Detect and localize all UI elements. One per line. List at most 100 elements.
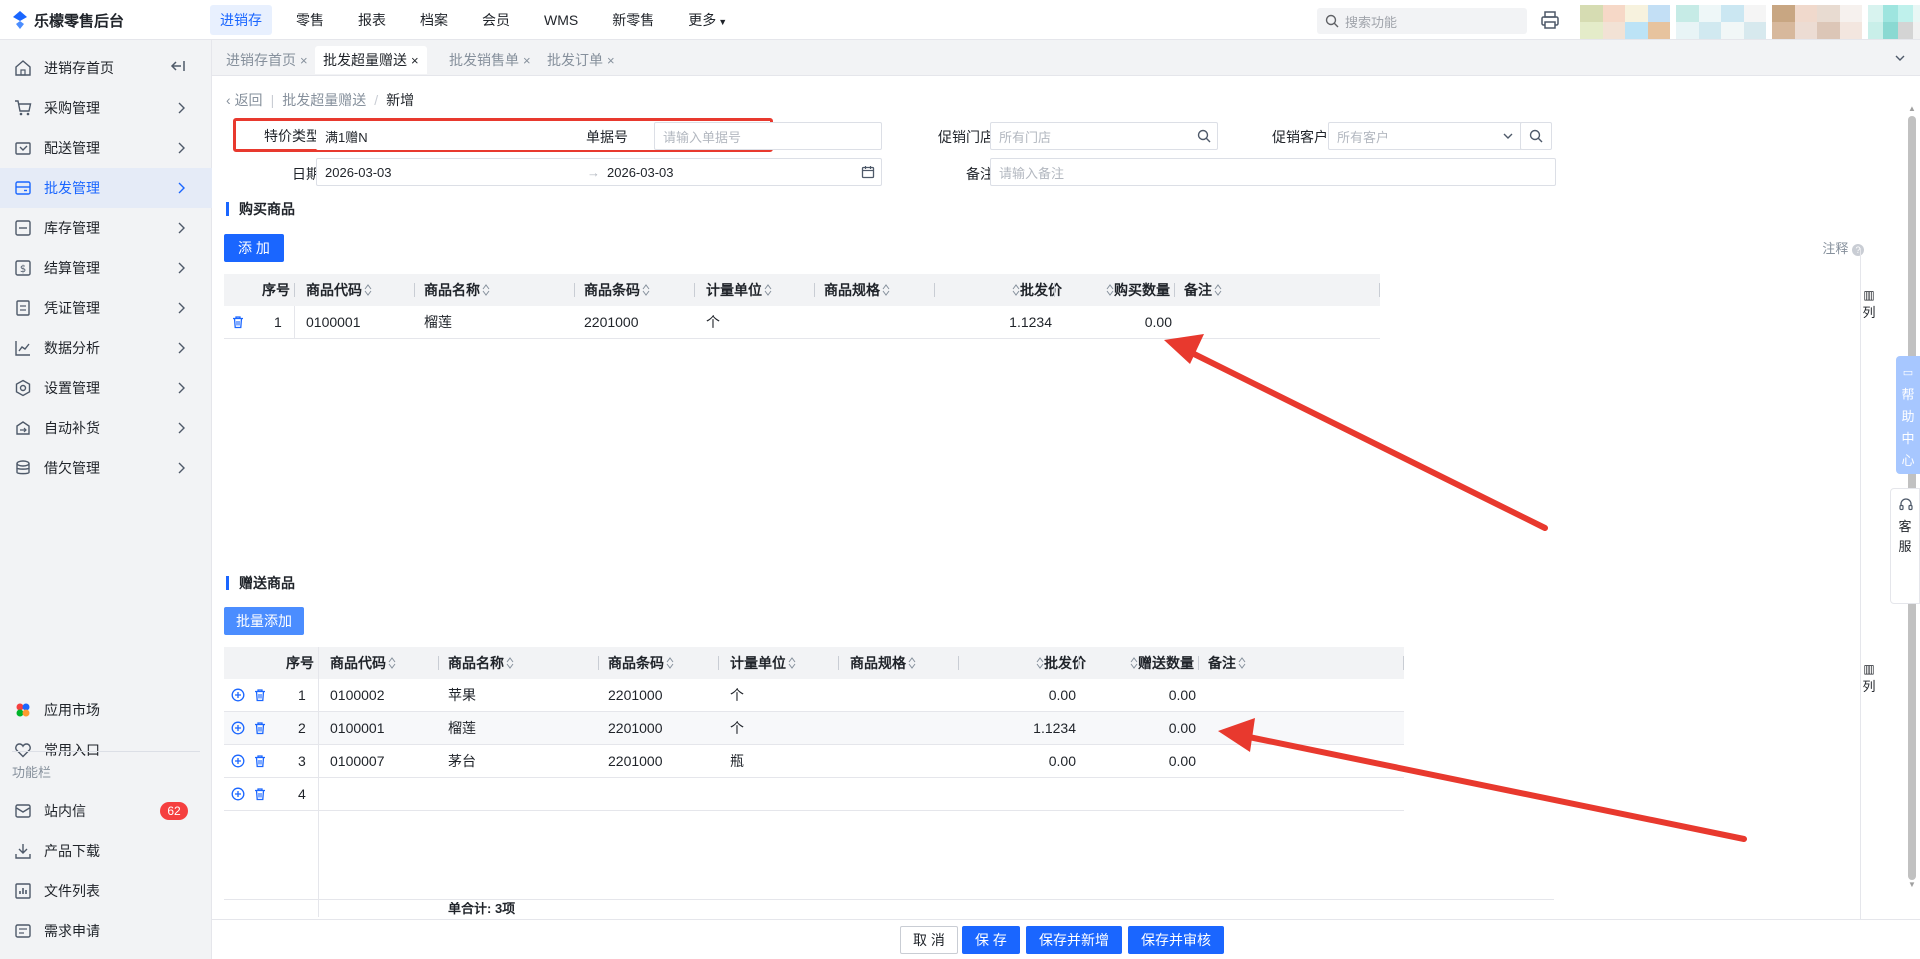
store-select[interactable]: 所有门店 [990, 122, 1218, 150]
tab-wholesale-order[interactable]: 批发订单 × [539, 46, 623, 74]
close-icon[interactable]: × [300, 53, 308, 68]
sidebar-item-downloads[interactable]: 产品下载 [0, 831, 212, 871]
customer-select[interactable]: 所有客户 [1328, 122, 1522, 150]
topnav-item-archive[interactable]: 档案 [410, 5, 458, 35]
annotation-note-link[interactable]: 注释 ? [1822, 238, 1864, 257]
tab-wholesale-gift[interactable]: 批发超量赠送 × [315, 46, 427, 74]
sidebar-item-stock[interactable]: 库存管理 [0, 208, 212, 248]
add-product-button[interactable]: 添 加 [224, 234, 284, 262]
search-icon [1529, 129, 1543, 143]
cell-code[interactable]: 0100001 [330, 712, 385, 744]
col-header-code[interactable]: 商品代码 [330, 647, 396, 679]
cell-code[interactable]: 0100002 [330, 679, 385, 711]
sidebar-item-analytics[interactable]: 数据分析 [0, 328, 212, 368]
add-row-icon[interactable] [231, 688, 245, 702]
topnav-item-new-retail[interactable]: 新零售 [602, 5, 664, 35]
scroll-up-icon[interactable]: ▲ [1908, 104, 1916, 113]
topnav-item-reports[interactable]: 报表 [348, 5, 396, 35]
col-header-code[interactable]: 商品代码 [306, 274, 372, 306]
add-row-icon[interactable] [231, 754, 245, 768]
gift-column-settings[interactable]: ▥ 列 [1860, 660, 1878, 696]
cell-price[interactable]: 0.00 [948, 679, 1076, 711]
save-and-new-button[interactable]: 保存并新增 [1026, 926, 1122, 954]
remark-input[interactable]: 请输入备注 [990, 158, 1556, 186]
sidebar-item-messages[interactable]: 站内信 62 [0, 791, 212, 831]
sidebar-item-app-market[interactable]: 应用市场 [0, 690, 212, 730]
topnav-item-more[interactable]: 更多 ▼ [678, 5, 737, 35]
scroll-down-icon[interactable]: ▼ [1908, 880, 1916, 889]
col-header-gift-qty[interactable]: 赠送数量 [1128, 647, 1194, 679]
cell-price[interactable]: 0.00 [948, 745, 1076, 777]
table-row[interactable]: 2 0100001 榴莲 2201000 个 1.1234 0.00 [224, 712, 1404, 745]
table-row[interactable]: 1 0100002 苹果 2201000 个 0.00 0.00 [224, 679, 1404, 712]
col-header-barcode[interactable]: 商品条码 [584, 274, 650, 306]
topnav-item-wms[interactable]: WMS [534, 5, 588, 35]
sidebar-item-auto-replenish[interactable]: 自动补货 [0, 408, 212, 448]
chevron-down-icon[interactable] [1894, 52, 1906, 64]
cell-price[interactable]: 1.1234 [948, 712, 1076, 744]
sidebar-item-distribution[interactable]: 配送管理 [0, 128, 212, 168]
topnav-item-member[interactable]: 会员 [472, 5, 520, 35]
table-row[interactable]: 3 0100007 茅台 2201000 瓶 0.00 0.00 [224, 745, 1404, 778]
col-header-barcode[interactable]: 商品条码 [608, 647, 674, 679]
cell-gift-qty[interactable]: 0.00 [1098, 679, 1196, 711]
col-header-spec[interactable]: 商品规格 [824, 274, 890, 306]
help-center-tab[interactable]: ▭ 帮 助 中 心 [1896, 356, 1920, 474]
close-icon[interactable]: × [523, 53, 531, 68]
date-range-picker[interactable]: 2026-03-03 → 2026-03-03 [316, 158, 882, 186]
sidebar-item-inventory-home[interactable]: 进销存首页 [0, 48, 212, 88]
sidebar-item-file-list[interactable]: 文件列表 [0, 871, 212, 911]
close-icon[interactable]: × [411, 53, 419, 68]
col-header-name[interactable]: 商品名称 [448, 647, 514, 679]
delete-icon[interactable] [253, 787, 267, 801]
delete-icon[interactable] [253, 754, 267, 768]
function-search[interactable]: 搜索功能 [1317, 8, 1527, 34]
cancel-button[interactable]: 取 消 [900, 926, 958, 954]
topnav-item-inventory[interactable]: 进销存 [210, 5, 272, 35]
sidebar-item-voucher[interactable]: 凭证管理 [0, 288, 212, 328]
add-row-icon[interactable] [231, 787, 245, 801]
user-avatars[interactable] [1580, 5, 1920, 39]
cell-gift-qty[interactable]: 0.00 [1098, 745, 1196, 777]
search-icon[interactable] [1197, 129, 1211, 143]
doc-no-input[interactable]: 请输入单据号 [654, 122, 882, 150]
sidebar-item-settlement[interactable]: $ 结算管理 [0, 248, 212, 288]
cell-price[interactable]: 1.1234 [924, 306, 1052, 338]
customer-service-tab[interactable]: 客 服 [1890, 488, 1920, 604]
tab-wholesale-sales[interactable]: 批发销售单 × [441, 46, 539, 74]
cell-qty[interactable]: 0.00 [1074, 306, 1172, 338]
sidebar-item-settings[interactable]: 设置管理 [0, 368, 212, 408]
back-link[interactable]: ‹ 返回 [226, 90, 263, 110]
delete-icon[interactable] [253, 688, 267, 702]
sidebar-item-purchase[interactable]: 采购管理 [0, 88, 212, 128]
delete-icon[interactable] [231, 315, 245, 329]
save-and-audit-button[interactable]: 保存并审核 [1128, 926, 1224, 954]
cell-gift-qty[interactable]: 0.00 [1098, 712, 1196, 744]
table-row[interactable]: 1 0100001 榴莲 2201000 个 1.1234 0.00 [224, 306, 1380, 339]
add-row-icon[interactable] [231, 721, 245, 735]
col-header-unit[interactable]: 计量单位 [706, 274, 772, 306]
sidebar-item-debt[interactable]: 借欠管理 [0, 448, 212, 488]
delete-icon[interactable] [253, 721, 267, 735]
close-icon[interactable]: × [607, 53, 615, 68]
col-header-unit[interactable]: 计量单位 [730, 647, 796, 679]
purchase-column-settings[interactable]: ▥ 列 [1860, 286, 1878, 322]
sidebar-item-requests[interactable]: 需求申请 [0, 911, 212, 951]
cell-code[interactable]: 0100001 [306, 306, 361, 338]
cell-code[interactable]: 0100007 [330, 745, 385, 777]
col-header-qty[interactable]: 购买数量 [1104, 274, 1170, 306]
topnav-item-retail[interactable]: 零售 [286, 5, 334, 35]
tab-inventory-home[interactable]: 进销存首页 × [218, 46, 316, 74]
batch-add-button[interactable]: 批量添加 [224, 607, 304, 635]
col-header-remark[interactable]: 备注 [1208, 647, 1246, 679]
printer-icon[interactable] [1540, 10, 1560, 30]
save-button[interactable]: 保 存 [962, 926, 1020, 954]
sidebar-item-wholesale[interactable]: 批发管理 [0, 168, 212, 208]
breadcrumb-parent[interactable]: 批发超量赠送 [282, 90, 366, 110]
table-row[interactable]: 4 [224, 778, 1404, 811]
col-header-name[interactable]: 商品名称 [424, 274, 490, 306]
customer-search-button[interactable] [1520, 122, 1552, 150]
app-logo[interactable]: 乐檬零售后台 [12, 10, 124, 30]
col-header-remark[interactable]: 备注 [1184, 274, 1222, 306]
col-header-spec[interactable]: 商品规格 [850, 647, 916, 679]
